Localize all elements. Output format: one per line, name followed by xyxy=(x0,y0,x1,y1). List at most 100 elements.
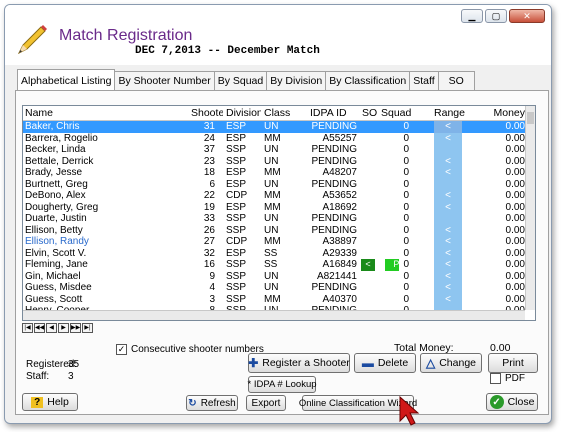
table-row[interactable]: Baker, Chris 31 ESP UN PENDING 0 <0.00 xyxy=(23,121,535,133)
change-button[interactable]: △ Change xyxy=(420,353,482,373)
cell-range[interactable]: < xyxy=(421,236,475,248)
table-row[interactable]: Barrera, Rogelio 24 ESP MM A55257 0 <0.00 xyxy=(23,132,535,144)
refresh-button[interactable]: ↻ Refresh xyxy=(186,395,238,411)
close-window-icon[interactable]: ✕ xyxy=(509,9,545,23)
register-shooter-button[interactable]: ✚ Register a Shooter xyxy=(248,353,350,373)
cell-range[interactable]: < xyxy=(421,259,475,271)
cell-range[interactable]: < xyxy=(421,270,475,282)
table-row[interactable]: Guess, Scott 3 SSP MM A40370 0 <0.00 xyxy=(23,293,535,305)
last-record-icon[interactable]: ▶| xyxy=(82,323,93,333)
col-idpa[interactable]: IDPA ID xyxy=(307,106,359,120)
squad-marker: P xyxy=(385,259,400,271)
tab-by-squad[interactable]: By Squad xyxy=(213,71,268,90)
col-money[interactable]: Money xyxy=(475,106,529,120)
cell-range[interactable]: < xyxy=(421,132,475,144)
pdf-checkbox-row[interactable]: PDF xyxy=(490,373,525,384)
help-button[interactable]: ? Help xyxy=(22,393,78,411)
vertical-scrollbar[interactable] xyxy=(525,106,535,310)
cell-squad: P0 xyxy=(377,259,421,271)
cell-range[interactable]: < xyxy=(421,190,475,202)
cell-range[interactable]: < xyxy=(421,155,475,167)
prev-record-icon[interactable]: ◀ xyxy=(46,323,57,333)
cell-division: ESP xyxy=(226,132,247,144)
scroll-thumb[interactable] xyxy=(527,112,534,124)
registered-count: 35 xyxy=(68,359,80,370)
cell-money: 0.00 xyxy=(505,259,525,270)
export-button[interactable]: Export xyxy=(246,395,286,411)
table-row[interactable]: Brady, Jesse 18 ESP MM A48207 0 <0.00 xyxy=(23,167,535,179)
cell-class: UN xyxy=(264,270,279,282)
cell-range[interactable]: < xyxy=(421,121,475,133)
record-navigator: |◀ ◀◀ ◀ ▶ ▶▶ ▶| xyxy=(22,323,93,333)
table-row[interactable]: Guess, Misdee 4 SSP UN PENDING 0 <0.00 xyxy=(23,282,535,294)
cell-class: MM xyxy=(264,236,281,247)
col-name[interactable]: Name xyxy=(23,106,173,120)
tab-so[interactable]: SO xyxy=(437,71,475,90)
squad-value: 0 xyxy=(403,270,409,282)
table-row[interactable]: Becker, Linda 37 SSP UN PENDING 0 0.00 xyxy=(23,144,535,156)
horizontal-scrollbar[interactable] xyxy=(23,310,525,320)
tab-alphabetical-listing[interactable]: Alphabetical Listing xyxy=(17,69,116,90)
cell-range[interactable] xyxy=(421,144,475,156)
cell-range[interactable] xyxy=(421,178,475,190)
next-page-icon[interactable]: ▶▶ xyxy=(70,323,81,333)
cell-squad: 0 xyxy=(377,248,421,260)
next-record-icon[interactable]: ▶ xyxy=(58,323,69,333)
cell-so xyxy=(359,248,377,260)
tab-by-shooter-number[interactable]: By Shooter Number xyxy=(114,71,215,90)
cell-idpa: A40370 xyxy=(322,293,357,305)
col-division[interactable]: Division xyxy=(223,106,261,120)
tab-by-classification[interactable]: By Classification xyxy=(325,71,411,90)
maximize-icon[interactable]: ▢ xyxy=(485,9,507,23)
cell-money: 0.00 xyxy=(505,224,525,236)
consecutive-checkbox-row[interactable]: ✓ Consecutive shooter numbers xyxy=(116,344,264,355)
cell-division: SSP xyxy=(226,282,247,293)
cell-class: MM xyxy=(264,201,281,213)
cell-division: SSP xyxy=(226,293,247,305)
check-circle-icon: ✓ xyxy=(489,395,504,409)
idpa-lookup-button[interactable]: * IDPA # Lookup xyxy=(248,376,317,393)
tab-staff[interactable]: Staff xyxy=(409,71,439,90)
print-button[interactable]: Print xyxy=(488,353,538,373)
consecutive-label: Consecutive shooter numbers xyxy=(131,344,264,355)
cell-idpa: PENDING xyxy=(311,178,357,190)
col-class[interactable]: Class xyxy=(261,106,307,120)
table-row[interactable]: Ellison, Betty 26 SSP UN PENDING 0 <0.00 xyxy=(23,224,535,236)
tab-by-division[interactable]: By Division xyxy=(266,71,327,90)
squad-value: 0 xyxy=(403,201,409,213)
cell-range[interactable]: < xyxy=(421,201,475,213)
consecutive-checkbox[interactable]: ✓ xyxy=(116,344,127,355)
first-record-icon[interactable]: |◀ xyxy=(22,323,33,333)
table-row[interactable]: Duarte, Justin 33 SSP UN PENDING 0 0.00 xyxy=(23,213,535,225)
cell-class: MM xyxy=(264,132,281,144)
table-row[interactable]: Gin, Michael 9 SSP UN A821441 0 <0.00 xyxy=(23,270,535,282)
shooter-grid[interactable]: Name Shooter # Division Class IDPA ID SO… xyxy=(22,105,536,321)
cell-division: CDP xyxy=(226,236,248,247)
cell-range[interactable] xyxy=(421,213,475,225)
minimize-icon[interactable]: ▁ xyxy=(461,9,483,23)
table-row[interactable]: DeBono, Alex 22 CDP MM A53652 0 <0.00 xyxy=(23,190,535,202)
table-row[interactable]: Fleming, Jane 16 SSP SS A16849 < P 0 <0.00 xyxy=(23,259,535,271)
cell-range[interactable]: < xyxy=(421,282,475,294)
col-range[interactable]: Range xyxy=(421,106,475,120)
pdf-checkbox[interactable] xyxy=(490,373,501,384)
cell-range[interactable]: < xyxy=(421,293,475,305)
cell-name: Becker, Linda xyxy=(25,144,86,155)
table-row[interactable]: Ellison, Randy 27 CDP MM A38897 0 <0.00 xyxy=(23,236,535,248)
prev-page-icon[interactable]: ◀◀ xyxy=(34,323,45,333)
cell-so xyxy=(359,213,377,225)
cell-range[interactable]: < xyxy=(421,224,475,236)
table-row[interactable]: Burtnett, Greg 6 ESP UN PENDING 0 0.00 xyxy=(23,178,535,190)
col-squad[interactable]: Squad xyxy=(377,106,421,120)
cell-idpa: A53652 xyxy=(322,190,357,201)
table-row[interactable]: Elvin, Scott V. 32 ESP SS A29339 0 <0.00 xyxy=(23,247,535,260)
table-row[interactable]: Dougherty, Greg 19 ESP MM A18692 0 <0.00 xyxy=(23,201,535,213)
cell-range[interactable]: < xyxy=(421,167,475,179)
col-so[interactable]: SO xyxy=(359,106,377,120)
delete-button[interactable]: ▬ Delete xyxy=(354,353,416,373)
cell-shooter: 32 xyxy=(203,247,215,259)
cell-range[interactable]: < xyxy=(421,247,475,259)
col-shooter[interactable]: Shooter # xyxy=(173,106,223,120)
table-row[interactable]: Bettale, Derrick 23 SSP UN PENDING 0 <0.00 xyxy=(23,155,535,167)
close-button[interactable]: ✓ Close xyxy=(486,393,538,411)
